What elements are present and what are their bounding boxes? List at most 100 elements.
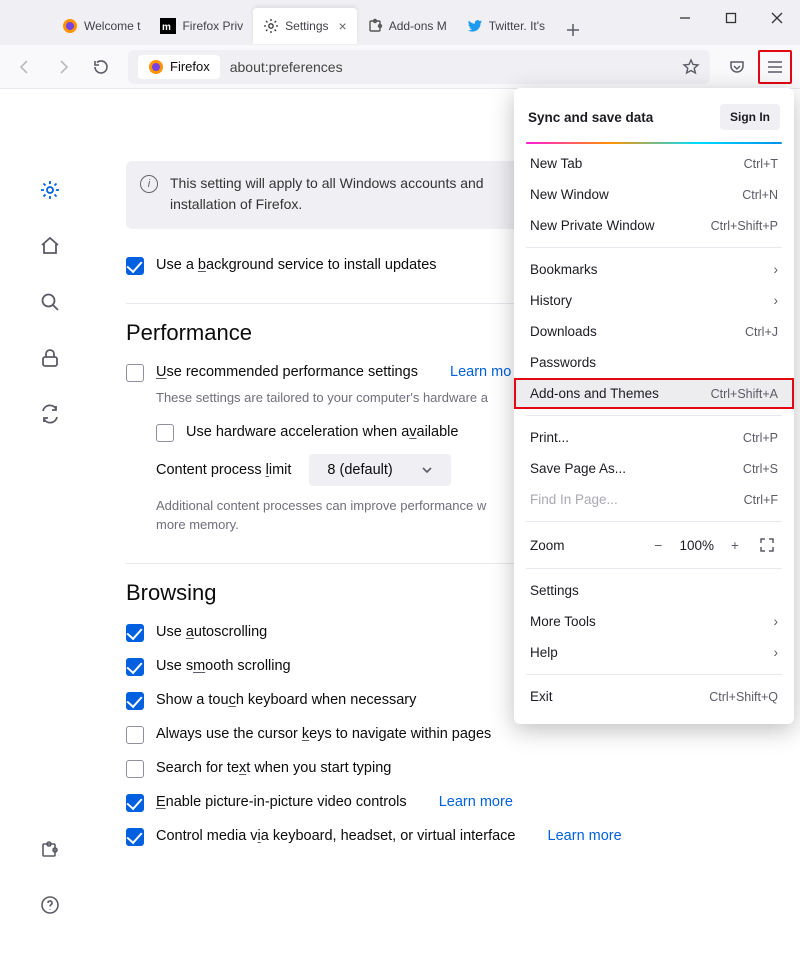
chevron-right-icon: › xyxy=(774,293,779,308)
menu-separator xyxy=(526,521,782,522)
menu-more-tools[interactable]: More Tools› xyxy=(514,606,794,637)
sidebar-general[interactable] xyxy=(37,177,63,203)
menu-print[interactable]: Print...Ctrl+P xyxy=(514,422,794,453)
menu-downloads[interactable]: DownloadsCtrl+J xyxy=(514,316,794,347)
sync-header: Sync and save data xyxy=(528,110,653,125)
checkbox-media-keys[interactable] xyxy=(126,828,144,846)
app-menu-button[interactable] xyxy=(758,50,792,84)
menu-zoom-row: Zoom − 100% + xyxy=(514,528,794,562)
checkbox-search-typing[interactable] xyxy=(126,760,144,778)
twitter-icon xyxy=(467,18,483,34)
reload-button[interactable] xyxy=(84,50,118,84)
checkbox-recommended-perf[interactable] xyxy=(126,364,144,382)
sign-in-button[interactable]: Sign In xyxy=(720,104,780,130)
settings-sidebar xyxy=(0,89,100,958)
checkbox-autoscroll[interactable] xyxy=(126,624,144,642)
tab-label: Firefox Priv xyxy=(182,19,243,33)
sidebar-home[interactable] xyxy=(37,233,63,259)
checkbox-label: Use hardware acceleration when available xyxy=(186,424,458,440)
tab-label: Add-ons M xyxy=(389,19,447,33)
chevron-down-icon xyxy=(421,464,433,476)
menu-separator xyxy=(526,568,782,569)
info-icon: i xyxy=(140,175,158,193)
tab-twitter[interactable]: Twitter. It's xyxy=(457,8,555,44)
toolbar: Firefox about:preferences xyxy=(0,45,800,89)
minimize-button[interactable] xyxy=(662,0,708,36)
checkbox-label: Use smooth scrolling xyxy=(156,658,291,674)
close-icon[interactable]: × xyxy=(339,18,347,34)
checkbox-label: Use autoscrolling xyxy=(156,624,267,640)
tab-privacy[interactable]: m Firefox Priv xyxy=(150,8,253,44)
menu-new-private[interactable]: New Private WindowCtrl+Shift+P xyxy=(514,210,794,241)
fullscreen-button[interactable] xyxy=(756,534,778,556)
zoom-value: 100% xyxy=(679,538,714,553)
menu-passwords[interactable]: Passwords xyxy=(514,347,794,378)
menu-settings[interactable]: Settings xyxy=(514,575,794,606)
learn-more-link[interactable]: Learn mo xyxy=(450,364,511,380)
maximize-button[interactable] xyxy=(708,0,754,36)
tab-label: Settings xyxy=(285,19,328,33)
tab-label: Welcome t xyxy=(84,19,140,33)
chevron-right-icon: › xyxy=(774,645,779,660)
checkbox-bg-service[interactable] xyxy=(126,257,144,275)
checkbox-label: Use recommended performance settings xyxy=(156,364,418,380)
firefox-icon xyxy=(62,18,78,34)
forward-button[interactable] xyxy=(46,50,80,84)
chevron-right-icon: › xyxy=(774,262,779,277)
tab-label: Twitter. It's xyxy=(489,19,545,33)
chevron-right-icon: › xyxy=(774,614,779,629)
svg-text:m: m xyxy=(162,22,171,33)
mozilla-icon: m xyxy=(160,18,176,34)
checkbox-label: Show a touch keyboard when necessary xyxy=(156,692,416,708)
sidebar-help[interactable] xyxy=(37,892,63,918)
app-menu: Sync and save data Sign In New TabCtrl+T… xyxy=(514,88,794,724)
tab-settings[interactable]: Settings × xyxy=(253,8,357,44)
menu-separator xyxy=(526,674,782,675)
process-limit-label: Content process limit xyxy=(156,462,291,478)
sidebar-search[interactable] xyxy=(37,289,63,315)
menu-new-tab[interactable]: New TabCtrl+T xyxy=(514,148,794,179)
menu-exit[interactable]: ExitCtrl+Shift+Q xyxy=(514,681,794,712)
tab-addons[interactable]: Add-ons M xyxy=(357,8,457,44)
menu-help[interactable]: Help› xyxy=(514,637,794,668)
menu-separator xyxy=(526,247,782,248)
gear-icon xyxy=(263,18,279,34)
menu-new-window[interactable]: New WindowCtrl+N xyxy=(514,179,794,210)
checkbox-pip[interactable] xyxy=(126,794,144,812)
checkbox-label: Enable picture-in-picture video controls xyxy=(156,794,407,810)
menu-save-page[interactable]: Save Page As...Ctrl+S xyxy=(514,453,794,484)
menu-bookmarks[interactable]: Bookmarks› xyxy=(514,254,794,285)
puzzle-icon xyxy=(367,18,383,34)
checkbox-cursor-keys[interactable] xyxy=(126,726,144,744)
new-tab-button[interactable] xyxy=(559,16,587,44)
sidebar-privacy[interactable] xyxy=(37,345,63,371)
identity-box[interactable]: Firefox xyxy=(138,55,220,79)
menu-addons-themes[interactable]: Add-ons and ThemesCtrl+Shift+A xyxy=(514,378,794,409)
learn-more-link[interactable]: Learn more xyxy=(548,828,622,844)
sidebar-extensions[interactable] xyxy=(37,836,63,862)
zoom-in-button[interactable]: + xyxy=(724,534,746,556)
bookmark-icon[interactable] xyxy=(682,58,700,76)
checkbox-label: Search for text when you start typing xyxy=(156,760,391,776)
window-controls xyxy=(662,0,800,36)
menu-separator xyxy=(526,415,782,416)
sidebar-sync[interactable] xyxy=(37,401,63,427)
checkbox-touch-keyboard[interactable] xyxy=(126,692,144,710)
process-limit-select[interactable]: 8 (default) xyxy=(309,454,450,486)
checkbox-hw-accel[interactable] xyxy=(156,424,174,442)
back-button[interactable] xyxy=(8,50,42,84)
zoom-out-button[interactable]: − xyxy=(647,534,669,556)
url-bar[interactable]: Firefox about:preferences xyxy=(128,50,710,84)
titlebar: Welcome t m Firefox Priv Settings × Add-… xyxy=(0,0,800,45)
pocket-button[interactable] xyxy=(720,50,754,84)
checkbox-smooth-scroll[interactable] xyxy=(126,658,144,676)
menu-history[interactable]: History› xyxy=(514,285,794,316)
learn-more-link[interactable]: Learn more xyxy=(439,794,513,810)
tab-strip: Welcome t m Firefox Priv Settings × Add-… xyxy=(0,0,662,44)
url-text: about:preferences xyxy=(230,59,672,75)
select-value: 8 (default) xyxy=(327,462,392,478)
menu-find[interactable]: Find In Page...Ctrl+F xyxy=(514,484,794,515)
identity-label: Firefox xyxy=(170,59,210,74)
tab-welcome[interactable]: Welcome t xyxy=(52,8,150,44)
close-window-button[interactable] xyxy=(754,0,800,36)
